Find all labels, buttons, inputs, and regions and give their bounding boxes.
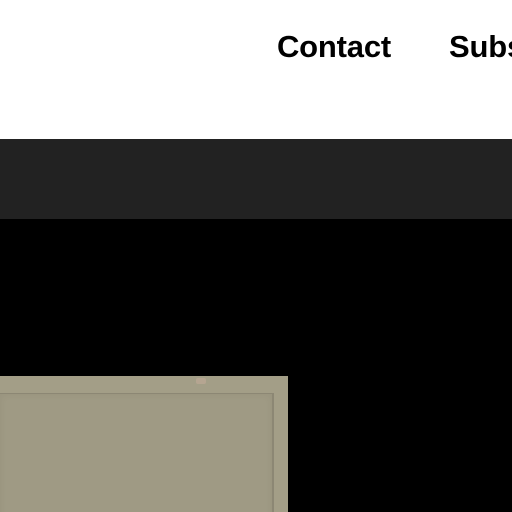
- vintage-photo-image: [0, 376, 288, 512]
- secondary-bar: [0, 139, 512, 219]
- nav-link-contact[interactable]: Contact: [277, 29, 391, 65]
- photo-speck: [196, 378, 206, 384]
- media-area: [0, 219, 512, 512]
- nav-link-subscribe[interactable]: Subs: [449, 29, 512, 65]
- top-navigation: Contact Subs: [0, 0, 512, 139]
- photo-inner-border: [0, 393, 274, 512]
